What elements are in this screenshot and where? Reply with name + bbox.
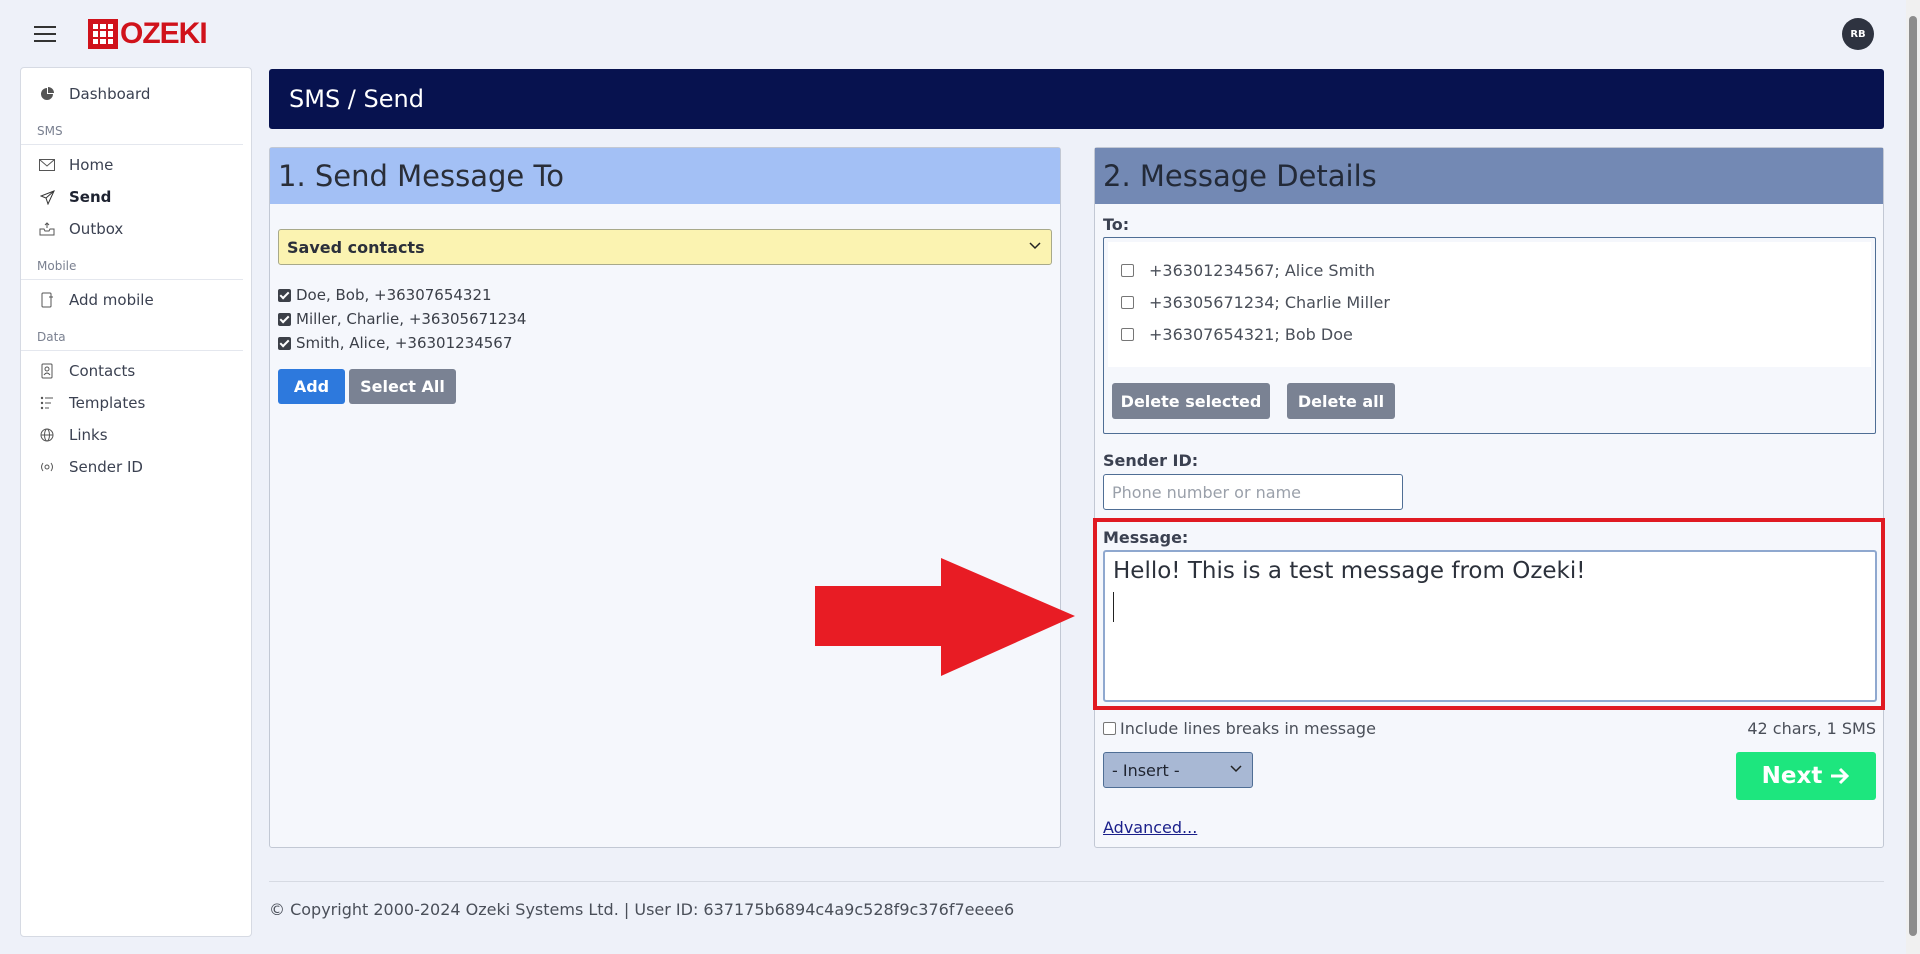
message-label: Message: [1103,528,1189,547]
sidebar-item-templates[interactable]: Templates [21,387,251,419]
envelope-icon [37,157,57,173]
contact-list: Doe, Bob, +36307654321 Miller, Charlie, … [278,283,526,355]
line-breaks-label: Include lines breaks in message [1120,719,1376,738]
sidebar-item-label: Contacts [69,362,136,380]
sidebar-item-label: Templates [69,394,146,412]
sidebar-section-sms: SMS [21,124,243,145]
contacts-icon [37,363,57,379]
page-scrollbar[interactable] [1906,0,1920,954]
message-textarea[interactable]: Hello! This is a test message from Ozeki… [1103,550,1877,702]
insert-value: - Insert - [1112,760,1180,780]
sidebar-item-add-mobile[interactable]: Add mobile [21,284,251,316]
arrow-right-icon [1830,767,1850,785]
recipients-box: +36301234567; Alice Smith +36305671234; … [1103,237,1876,434]
sidebar-section-data: Data [21,330,243,351]
recipient-label: +36305671234; Charlie Miller [1149,292,1390,312]
char-count: 42 chars, 1 SMS [1747,719,1876,738]
next-label: Next [1761,763,1823,789]
recipient-label: +36301234567; Alice Smith [1149,260,1376,280]
select-all-button[interactable]: Select All [349,369,456,404]
send-to-panel-title: 1. Send Message To [270,148,1060,204]
recipient-list: +36301234567; Alice Smith +36305671234; … [1108,242,1871,367]
pie-chart-icon [37,86,57,102]
menu-icon[interactable] [34,26,56,42]
recipient-checkbox[interactable] [1121,327,1134,341]
avatar[interactable]: RB [1842,18,1874,50]
list-item[interactable]: Doe, Bob, +36307654321 [278,283,526,307]
globe-icon [37,427,57,443]
contact-label: Doe, Bob, +36307654321 [296,286,492,304]
message-details-panel-title: 2. Message Details [1095,148,1883,204]
footer-divider [269,881,1884,882]
sidebar-section-mobile: Mobile [21,259,243,280]
sidebar-item-label: Send [69,188,112,206]
ozeki-logo[interactable]: OZEKI [88,17,208,50]
annotation-arrow-icon [815,558,1075,676]
delete-all-button[interactable]: Delete all [1287,383,1395,419]
send-to-panel: 1. Send Message To Saved contacts Doe, B… [269,147,1061,848]
line-breaks-checkbox[interactable] [1103,722,1116,735]
scrollbar-thumb[interactable] [1909,16,1917,936]
contact-checkbox[interactable] [278,336,291,350]
contact-checkbox[interactable] [278,288,291,302]
saved-contacts-dropdown[interactable]: Saved contacts [278,229,1052,265]
sidebar: Dashboard SMS Home Send Outbox Mobile Ad… [20,67,252,937]
sidebar-item-label: Outbox [69,220,124,238]
sidebar-item-label: Home [69,156,114,174]
add-mobile-icon [37,292,57,308]
recipient-checkbox[interactable] [1121,263,1134,277]
advanced-link[interactable]: Advanced... [1103,818,1197,837]
contact-checkbox[interactable] [278,312,291,326]
recipient-label: +36307654321; Bob Doe [1149,324,1353,344]
sidebar-item-sender-id[interactable]: Sender ID [21,451,251,483]
outbox-icon [37,221,57,237]
saved-contacts-value: Saved contacts [287,237,425,257]
insert-dropdown[interactable]: - Insert - [1103,752,1253,788]
list-item[interactable]: +36307654321; Bob Doe [1108,318,1871,350]
chevron-down-icon [1029,238,1041,254]
chevron-down-icon [1230,761,1242,777]
add-button[interactable]: Add [278,369,345,404]
sidebar-item-label: Links [69,426,108,444]
sidebar-item-label: Sender ID [69,458,143,476]
sidebar-item-links[interactable]: Links [21,419,251,451]
sender-id-icon [37,459,57,475]
footer-copyright: © Copyright 2000-2024 Ozeki Systems Ltd.… [269,900,1015,919]
sidebar-item-label: Add mobile [69,291,154,309]
page-title: SMS / Send [269,69,1884,129]
templates-icon [37,395,57,411]
list-item[interactable]: +36301234567; Alice Smith [1108,254,1871,286]
paper-plane-icon [37,189,57,205]
message-details-panel: 2. Message Details To: +36301234567; Ali… [1093,147,1885,848]
sidebar-item-send[interactable]: Send [21,181,251,213]
top-bar: OZEKI RB [0,0,1900,66]
line-breaks-option[interactable]: Include lines breaks in message [1103,719,1376,738]
recipient-checkbox[interactable] [1121,295,1134,309]
delete-selected-button[interactable]: Delete selected [1112,383,1270,419]
sender-id-input[interactable]: Phone number or name [1103,474,1403,510]
sidebar-item-dashboard[interactable]: Dashboard [21,78,251,110]
sidebar-item-home[interactable]: Home [21,149,251,181]
sender-id-label: Sender ID: [1103,451,1199,470]
sidebar-item-label: Dashboard [69,85,151,103]
next-button[interactable]: Next [1736,752,1876,800]
message-text: Hello! This is a test message from Ozeki… [1113,558,1586,584]
list-item[interactable]: +36305671234; Charlie Miller [1108,286,1871,318]
sidebar-item-contacts[interactable]: Contacts [21,355,251,387]
text-cursor [1113,592,1114,622]
list-item[interactable]: Smith, Alice, +36301234567 [278,331,526,355]
logo-mark-icon [88,19,118,49]
contact-label: Miller, Charlie, +36305671234 [296,310,527,328]
to-label: To: [1103,215,1130,234]
contact-label: Smith, Alice, +36301234567 [296,334,513,352]
list-item[interactable]: Miller, Charlie, +36305671234 [278,307,526,331]
logo-text: OZEKI [120,17,208,50]
sidebar-item-outbox[interactable]: Outbox [21,213,251,245]
